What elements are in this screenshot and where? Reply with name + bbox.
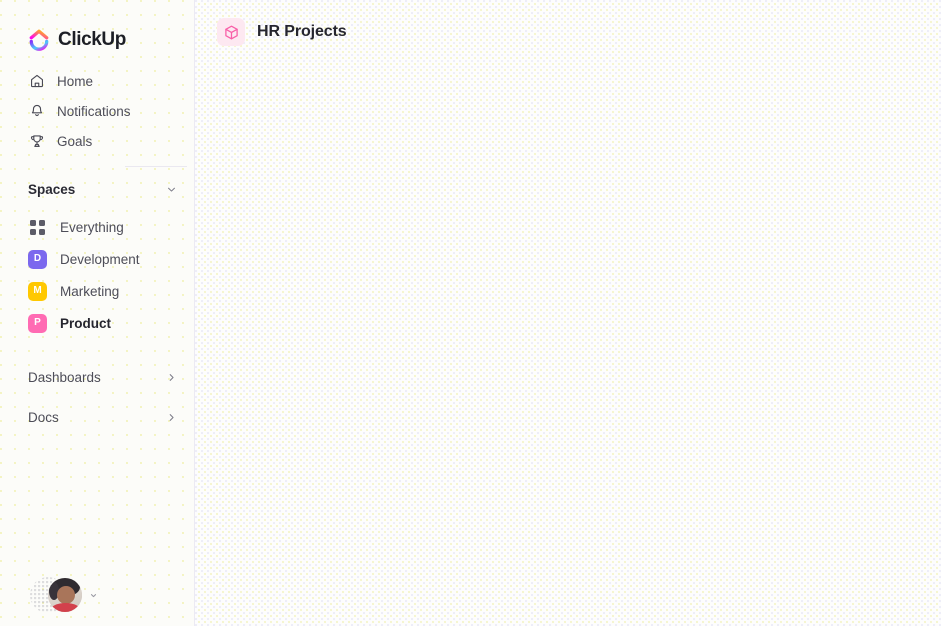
content-canvas: [195, 64, 941, 626]
brand-name: ClickUp: [58, 29, 126, 50]
avatar[interactable]: [48, 578, 82, 612]
sidebar-item-marketing[interactable]: M Marketing: [0, 275, 194, 307]
sidebar-item-product[interactable]: P Product: [0, 307, 194, 339]
sidebar-item-label: Home: [57, 73, 94, 89]
trophy-icon: [28, 133, 45, 150]
secondary-nav: Dashboards Docs: [0, 361, 194, 441]
spaces-list: Everything D Development M Marketing P P…: [0, 211, 194, 339]
sidebar-item-development[interactable]: D Development: [0, 243, 194, 275]
spaces-title: Spaces: [28, 181, 76, 197]
cube-icon: [217, 18, 245, 46]
spaces-section-header[interactable]: Spaces: [0, 175, 194, 203]
clickup-logo-icon: [28, 29, 50, 51]
space-label: Development: [60, 251, 140, 267]
primary-nav: Home Notifications Goals: [0, 66, 194, 156]
chevron-down-small-icon[interactable]: [89, 591, 98, 600]
space-label: Product: [60, 315, 112, 331]
main-area: HR Projects: [195, 0, 941, 626]
sidebar-item-label: Goals: [57, 133, 93, 149]
sidebar-item-everything[interactable]: Everything: [0, 211, 194, 243]
bell-icon: [28, 103, 45, 120]
space-badge: D: [28, 249, 47, 269]
space-badge: P: [28, 313, 47, 333]
space-label: Everything: [60, 219, 124, 235]
chevron-down-icon[interactable]: [164, 182, 178, 196]
chevron-right-icon[interactable]: [164, 410, 178, 424]
chevron-right-icon[interactable]: [164, 370, 178, 384]
sidebar: ClickUp Home Notifications Goals Spaces …: [0, 0, 195, 626]
page-header: HR Projects: [195, 0, 941, 64]
divider: [125, 166, 187, 167]
sidebar-item-label: Dashboards: [28, 369, 101, 385]
user-area: [0, 564, 194, 626]
space-badge: M: [28, 281, 47, 301]
sidebar-item-goals[interactable]: Goals: [0, 126, 194, 156]
sidebar-item-home[interactable]: Home: [0, 66, 194, 96]
sidebar-item-label: Docs: [28, 409, 59, 425]
sidebar-item-dashboards[interactable]: Dashboards: [0, 361, 194, 393]
brand[interactable]: ClickUp: [0, 0, 194, 56]
sidebar-item-docs[interactable]: Docs: [0, 401, 194, 433]
home-icon: [28, 73, 45, 90]
space-label: Marketing: [60, 283, 120, 299]
sidebar-item-notifications[interactable]: Notifications: [0, 96, 194, 126]
sidebar-item-label: Notifications: [57, 103, 131, 119]
page-title: HR Projects: [257, 23, 347, 40]
app-window: ClickUp Home Notifications Goals Spaces …: [0, 0, 941, 626]
grid-dots-icon: [28, 218, 47, 237]
